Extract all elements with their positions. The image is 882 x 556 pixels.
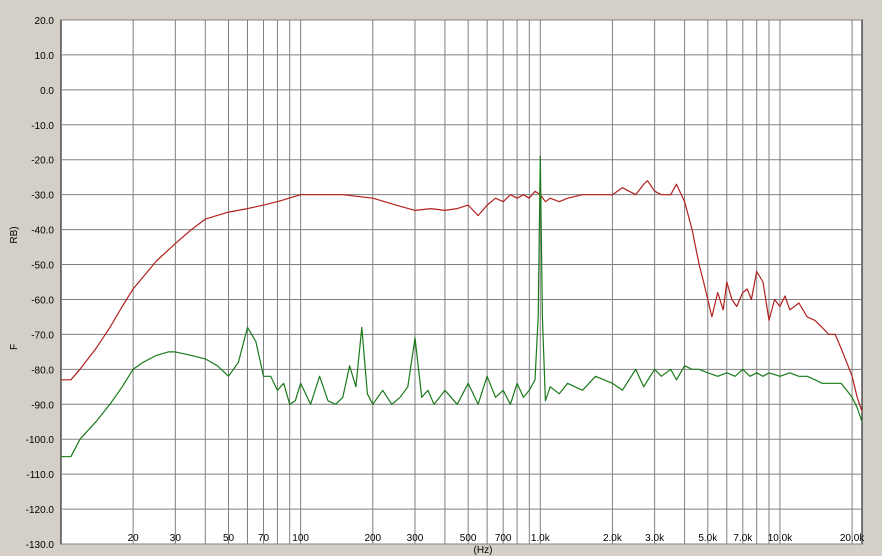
x-tick-label-13: 7.0k (733, 533, 753, 544)
y-axis-label-prefix: F (9, 344, 20, 350)
y-tick-label-6: -40.0 (31, 226, 54, 237)
y-tick-label-12: -100.0 (26, 435, 55, 446)
y-tick-label-9: -70.0 (31, 330, 54, 341)
x-tick-label-4: 100 (292, 533, 309, 544)
y-tick-label-15: -130.0 (26, 540, 55, 551)
y-tick-label-13: -110.0 (26, 470, 54, 481)
y-tick-label-11: -90.0 (31, 400, 54, 411)
x-tick-label-8: 700 (495, 533, 512, 544)
x-tick-label-3: 70 (258, 533, 270, 544)
y-tick-label-1: 10.0 (35, 51, 55, 62)
y-tick-label-7: -50.0 (31, 261, 54, 272)
x-tick-label-11: 3.0k (645, 533, 665, 544)
y-tick-label-14: -120.0 (26, 505, 55, 516)
x-tick-label-7: 500 (460, 533, 477, 544)
y-tick-label-5: -30.0 (31, 191, 54, 202)
y-tick-label-2: 0.0 (40, 86, 54, 97)
y-tick-label-0: 20.0 (35, 16, 55, 27)
y-tick-label-8: -60.0 (31, 295, 54, 306)
x-tick-label-2: 50 (223, 533, 235, 544)
plot-area (60, 19, 863, 545)
x-tick-label-15: 20.0k (840, 533, 865, 544)
spectrum-chart: 20.0 10.0 0.0 -10.0 -20.0 -30.0 -40.0 -50.0 -60.… (9, 16, 865, 556)
x-axis-label: (Hz) (474, 545, 493, 556)
y-tick-label-3: -10.0 (31, 121, 54, 132)
x-tick-label-14: 10.0k (768, 533, 793, 544)
x-tick-label-12: 5.0k (698, 533, 718, 544)
x-tick-label-6: 300 (407, 533, 424, 544)
x-tick-label-1: 30 (170, 533, 182, 544)
x-tick-label-9: 1.0k (531, 533, 551, 544)
y-tick-label-10: -80.0 (31, 365, 54, 376)
chart-frame: 20.0 10.0 0.0 -10.0 -20.0 -30.0 -40.0 -50.0 -60.… (0, 0, 882, 556)
y-axis-label: RB) (9, 226, 20, 243)
x-tick-label-10: 2.0k (603, 533, 623, 544)
x-tick-label-5: 200 (364, 533, 381, 544)
y-tick-label-4: -20.0 (31, 156, 54, 167)
x-tick-label-0: 20 (128, 533, 140, 544)
y-tick-labels: 20.0 10.0 0.0 -10.0 -20.0 -30.0 -40.0 -50.0 -60.… (26, 16, 55, 551)
